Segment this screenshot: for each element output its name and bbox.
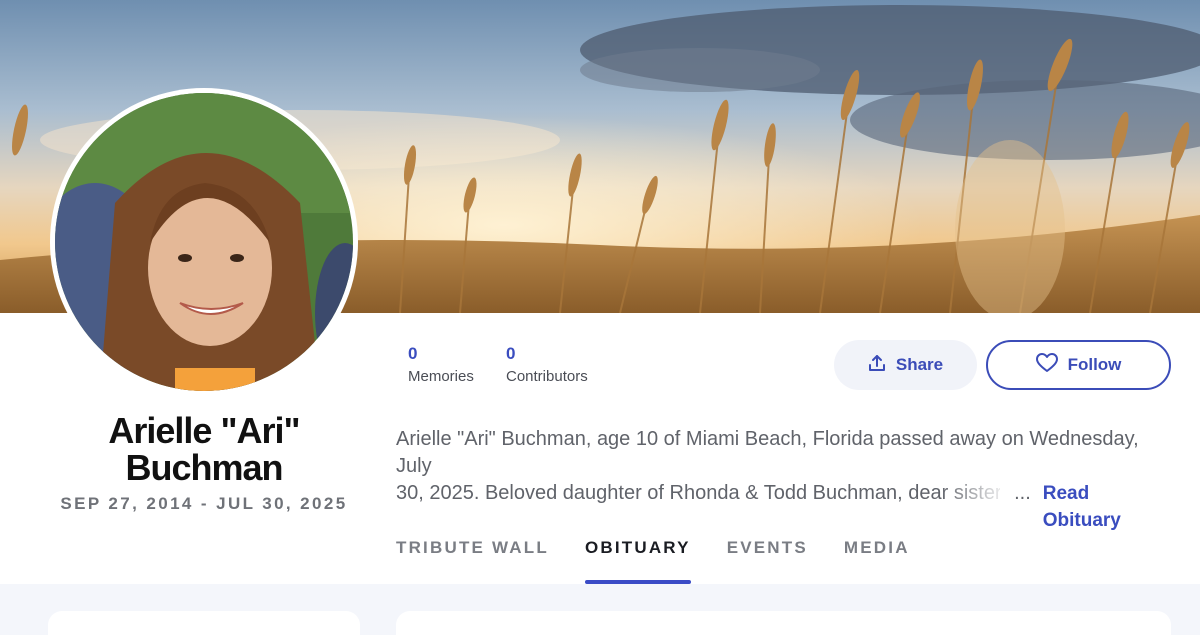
name-line-2: Buchman — [125, 447, 283, 488]
profile-avatar[interactable] — [50, 88, 358, 396]
memories-stat[interactable]: 0 Memories — [408, 344, 474, 385]
read-obituary-link[interactable]: Read Obituary — [1043, 480, 1172, 534]
tab-events[interactable]: EVENTS — [727, 538, 808, 584]
share-label: Share — [895, 355, 944, 374]
heart-icon — [1035, 352, 1058, 378]
life-dates: SEP 27, 2014 - JUL 30, 2025 — [60, 494, 348, 513]
left-card — [48, 611, 360, 635]
tab-tribute-wall[interactable]: TRIBUTE WALL — [396, 538, 549, 584]
deceased-name: Arielle "Ari" Buchman — [50, 412, 358, 486]
memories-count: 0 — [408, 344, 418, 363]
obituary-line-1: Arielle "Ari" Buchman, age 10 of Miami B… — [396, 428, 1139, 477]
share-icon — [868, 354, 886, 377]
name-line-1: Arielle "Ari" — [108, 410, 300, 451]
profile-tabs: TRIBUTE WALL OBITUARY EVENTS MEDIA — [396, 538, 946, 584]
obituary-line-2: 30, 2025. Beloved daughter of Rhonda & T… — [396, 482, 1001, 504]
follow-label: Follow — [1067, 355, 1122, 374]
contributors-stat[interactable]: 0 Contributors — [506, 344, 588, 385]
right-card — [396, 611, 1171, 635]
obituary-excerpt: Arielle "Ari" Buchman, age 10 of Miami B… — [396, 426, 1172, 534]
contributors-count: 0 — [506, 344, 516, 363]
follow-button[interactable]: Follow — [986, 340, 1171, 390]
memories-label: Memories — [408, 368, 474, 385]
contributors-label: Contributors — [506, 368, 588, 385]
share-button[interactable]: Share — [834, 340, 977, 390]
obituary-ellipsis: ... — [1014, 482, 1031, 504]
tab-media[interactable]: MEDIA — [844, 538, 910, 584]
tab-obituary[interactable]: OBITUARY — [584, 538, 691, 584]
avatar-photo — [55, 93, 353, 391]
